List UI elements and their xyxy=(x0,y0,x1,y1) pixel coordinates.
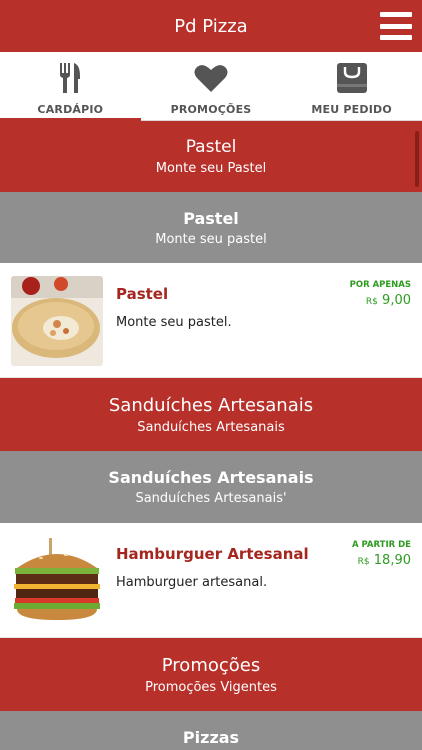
category-title: Sanduíches Artesanais xyxy=(108,394,314,416)
heart-icon xyxy=(194,61,228,95)
currency-symbol: R$ xyxy=(365,297,378,307)
product-name: Hamburguer Artesanal xyxy=(116,545,309,563)
category-header-sanduiches[interactable]: Sanduíches Artesanais Sanduíches Artesan… xyxy=(0,378,422,451)
category-title: Pastel xyxy=(185,137,237,157)
tab-label: PROMOÇÕES xyxy=(170,103,252,116)
currency-symbol: R$ xyxy=(357,557,370,567)
category-subtitle: Promoções Vigentes xyxy=(145,679,277,695)
category-header-promocoes[interactable]: Promoções Promoções Vigentes xyxy=(0,638,422,711)
subcategory-title: Pizzas xyxy=(182,728,240,747)
price-value: 18,90 xyxy=(373,553,411,568)
product-item-hamburguer[interactable]: Hamburguer Artesanal Hamburguer artesana… xyxy=(0,523,422,638)
category-title: Promoções xyxy=(161,654,261,676)
subcategory-title: Sanduíches Artesanais xyxy=(108,468,314,487)
subcategory-header-pizzas[interactable]: Pizzas xyxy=(0,711,422,750)
app-screen: Pd Pizza CARDÁPIO PROMOÇÕES MEU PEDIDO P… xyxy=(0,0,422,750)
product-item-pastel[interactable]: Pastel Monte seu pastel. POR APENAS R$ 9… xyxy=(0,263,422,378)
fork-knife-icon xyxy=(58,61,82,95)
scrollbar[interactable] xyxy=(415,131,419,187)
price-prefix: A PARTIR DE xyxy=(351,540,411,550)
pastel-image xyxy=(11,276,103,366)
subcategory-subtitle: Sanduíches Artesanais' xyxy=(135,491,287,506)
tab-cardapio[interactable]: CARDÁPIO xyxy=(0,52,141,121)
price-prefix: POR APENAS xyxy=(349,280,411,290)
product-price: R$ 18,90 xyxy=(358,553,411,568)
subcategory-subtitle: Monte seu pastel xyxy=(155,231,267,247)
subcategory-header-pastel[interactable]: Pastel Monte seu pastel xyxy=(0,192,422,263)
top-bar: Pd Pizza xyxy=(0,0,422,52)
product-price: R$ 9,00 xyxy=(366,293,411,308)
product-description: Hamburguer artesanal. xyxy=(116,575,268,590)
product-name: Pastel xyxy=(116,285,169,303)
tab-label: MEU PEDIDO xyxy=(311,103,392,116)
product-description: Monte seu pastel. xyxy=(116,315,232,330)
shopping-bag-icon xyxy=(336,61,368,95)
hamburger-menu-icon[interactable] xyxy=(380,12,412,40)
subcategory-header-sanduiches[interactable]: Sanduíches Artesanais Sanduíches Artesan… xyxy=(0,451,422,523)
tab-bar: CARDÁPIO PROMOÇÕES MEU PEDIDO xyxy=(0,52,422,121)
tab-meu-pedido[interactable]: MEU PEDIDO xyxy=(281,52,422,120)
menu-list: Pastel Monte seu Pastel Pastel Monte seu… xyxy=(0,121,422,750)
category-subtitle: Sanduíches Artesanais xyxy=(137,419,285,435)
category-header-pastel[interactable]: Pastel Monte seu Pastel xyxy=(0,121,422,192)
price-value: 9,00 xyxy=(382,293,411,308)
category-subtitle: Monte seu Pastel xyxy=(155,161,267,176)
subcategory-title: Pastel xyxy=(183,208,239,228)
tab-label: CARDÁPIO xyxy=(37,103,104,116)
hamburger-image xyxy=(11,536,103,626)
tab-promocoes[interactable]: PROMOÇÕES xyxy=(141,52,282,120)
app-title: Pd Pizza xyxy=(174,15,248,37)
